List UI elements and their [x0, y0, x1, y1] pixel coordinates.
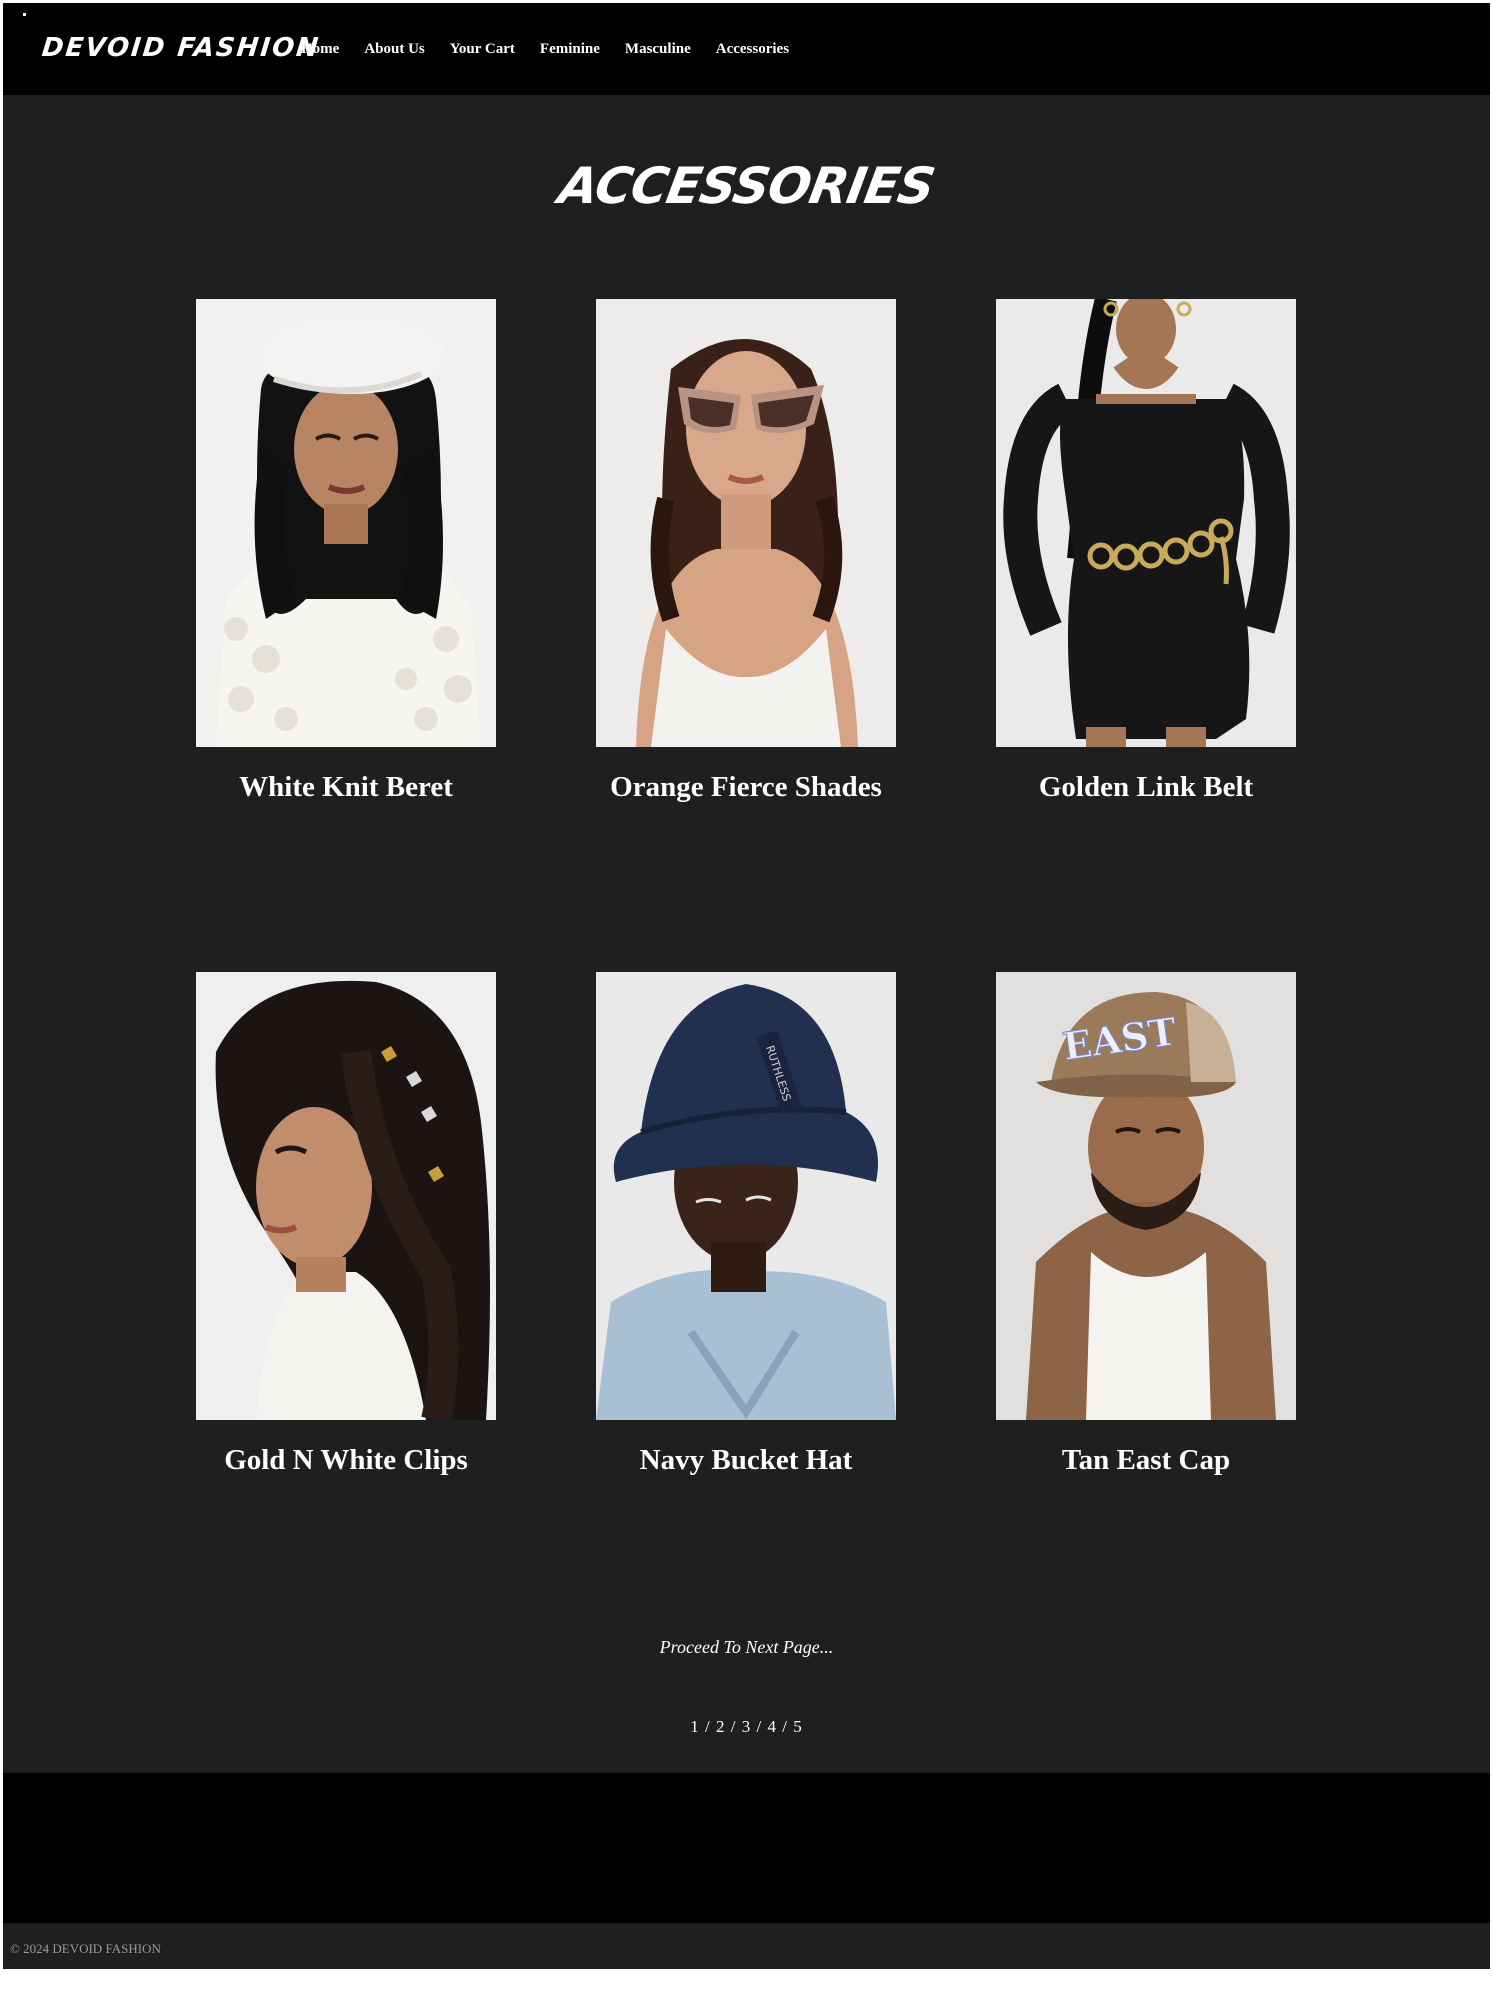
page-link-3[interactable]: 3 [742, 1717, 752, 1736]
page-link-4[interactable]: 4 [767, 1717, 777, 1736]
product-image[interactable] [996, 299, 1296, 747]
cap-photo: EAST [996, 972, 1296, 1420]
page-separator: / [725, 1717, 742, 1736]
page-separator: / [751, 1717, 768, 1736]
page-separator: / [699, 1717, 717, 1736]
nav-accessories[interactable]: Accessories [716, 41, 789, 58]
nav-about-us[interactable]: About Us [364, 41, 424, 58]
product-image[interactable] [596, 299, 896, 747]
product-image[interactable] [196, 299, 496, 747]
proceed-text: Proceed To Next Page... [659, 1637, 834, 1657]
beret-photo [196, 299, 496, 747]
product-name[interactable]: Tan East Cap [936, 1444, 1356, 1477]
belt-photo [996, 299, 1296, 747]
footer-band [3, 1773, 1490, 1923]
site-header: DEVOID FASHION Home About Us Your Cart F… [3, 3, 1490, 95]
page-link-5[interactable]: 5 [793, 1717, 803, 1736]
product-name[interactable]: Golden Link Belt [936, 771, 1356, 804]
page-link-1[interactable]: 1 [690, 1717, 700, 1736]
bucket-hat-photo: RUTHLESS [596, 972, 896, 1420]
pagination: 1 / 2 / 3 / 4 / 5 [3, 1717, 1490, 1737]
product-name[interactable]: Orange Fierce Shades [536, 771, 956, 804]
nav-home[interactable]: Home [301, 41, 339, 58]
page-title: ACCESSORIES [554, 157, 939, 215]
shades-photo [596, 299, 896, 747]
product-name[interactable]: Gold N White Clips [136, 1444, 556, 1477]
brand-logo[interactable]: DEVOID FASHION [40, 33, 321, 63]
product-image[interactable]: RUTHLESS [596, 972, 896, 1420]
clips-photo [196, 972, 496, 1420]
product-image[interactable]: EAST [996, 972, 1296, 1420]
decorative-dot [23, 13, 26, 16]
page-separator: / [776, 1717, 794, 1736]
product-image[interactable] [196, 972, 496, 1420]
copyright-text: © 2024 DEVOID FASHION [10, 1941, 161, 1956]
page-link-2[interactable]: 2 [716, 1717, 726, 1736]
nav-masculine[interactable]: Masculine [625, 41, 691, 58]
nav-your-cart[interactable]: Your Cart [450, 41, 515, 58]
page: DEVOID FASHION Home About Us Your Cart F… [3, 3, 1490, 1969]
main-nav: Home About Us Your Cart Feminine Masculi… [301, 41, 789, 58]
product-name[interactable]: Navy Bucket Hat [536, 1444, 956, 1477]
nav-feminine[interactable]: Feminine [540, 41, 600, 58]
product-name[interactable]: White Knit Beret [136, 771, 556, 804]
